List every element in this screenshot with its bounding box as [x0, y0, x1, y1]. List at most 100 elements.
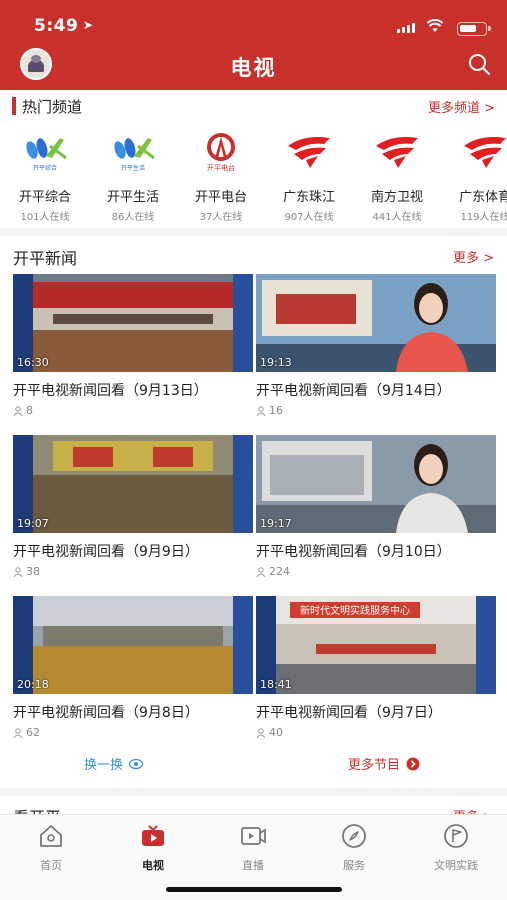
- video-card[interactable]: 19:17 开平电视新闻回看（9月10日） 224: [256, 435, 496, 578]
- video-views: 224: [256, 565, 496, 578]
- compass-icon: [342, 824, 366, 848]
- video-duration: 19:13: [260, 356, 292, 369]
- status-bar: 5:49 ➤: [0, 10, 507, 40]
- news-actions: 换一换 更多节目: [0, 752, 507, 778]
- video-thumbnail[interactable]: 新时代文明实践服务中心 18:41: [256, 596, 496, 694]
- tab-label: 直播: [242, 859, 264, 872]
- tab-live[interactable]: 直播: [213, 823, 293, 873]
- building-scene-image: 新时代文明实践服务中心: [256, 596, 496, 694]
- channel-item[interactable]: 开平电台 开平电台 37人在线: [178, 132, 264, 222]
- app-header: 5:49 ➤ 电视: [0, 0, 507, 90]
- section-accent-bar: [12, 97, 16, 115]
- chevron-right-circle-icon: [406, 757, 420, 770]
- video-thumbnail[interactable]: 20:18: [13, 596, 253, 694]
- video-thumbnail[interactable]: 19:17: [256, 435, 496, 533]
- meeting-scene-image: [13, 274, 253, 372]
- channel-item[interactable]: 开平综合 开平综合 101人在线: [2, 132, 88, 222]
- channel-name: 开平电台: [194, 190, 247, 205]
- channel-item[interactable]: 广东珠江 907人在线: [266, 132, 352, 222]
- refresh-label: 换一换: [84, 758, 124, 773]
- tab-civilization[interactable]: 文明实践: [416, 823, 496, 873]
- video-view-count: 16: [269, 404, 283, 417]
- status-time: 5:49: [34, 16, 79, 36]
- kaiping-zonghe-logo-icon: 开平综合: [26, 138, 67, 172]
- svg-text:开平生活: 开平生活: [121, 164, 145, 172]
- channel-list: 开平综合 开平综合 101人在线 开平生活 开平生活 86人在线 开平电台 开平…: [0, 132, 507, 222]
- video-title: 开平电视新闻回看（9月10日）: [256, 544, 451, 560]
- page-title: 电视: [230, 56, 277, 80]
- video-title: 开平电视新闻回看（9月8日）: [13, 705, 199, 721]
- guangdong-tv-logo-icon: [464, 137, 506, 168]
- tab-service[interactable]: 服务: [314, 823, 394, 873]
- video-title: 开平电视新闻回看（9月7日）: [256, 705, 442, 721]
- news-section-header: 开平新闻 更多 >: [0, 240, 507, 270]
- video-title: 开平电视新闻回看（9月13日）: [13, 383, 208, 399]
- channel-item[interactable]: 南方卫视 441人在线: [354, 132, 440, 222]
- channel-name: 广东珠江: [282, 190, 335, 205]
- more-channels-link[interactable]: 更多频道 >: [428, 97, 495, 116]
- channel-online-count: 907人在线: [284, 212, 334, 222]
- svg-text:开平综合: 开平综合: [33, 164, 57, 172]
- tab-label: 首页: [40, 859, 62, 872]
- kaiping-radio-logo-icon: 开平电台: [207, 133, 235, 172]
- viewer-icon: [13, 727, 23, 738]
- news-section-title: 开平新闻: [13, 249, 78, 268]
- more-programs-label: 更多节目: [348, 758, 401, 773]
- viewer-icon: [256, 566, 266, 577]
- channel-online-count: 441人在线: [372, 212, 422, 222]
- tab-label: 服务: [343, 859, 365, 872]
- video-card[interactable]: 19:07 开平电视新闻回看（9月9日） 38: [13, 435, 253, 578]
- wifi-icon: [427, 19, 443, 32]
- refresh-button[interactable]: 换一换: [84, 754, 144, 773]
- hot-channels-header: 热门频道 更多频道 >: [0, 90, 507, 122]
- channel-name: 南方卫视: [370, 190, 423, 205]
- video-thumbnail[interactable]: 16:30: [13, 274, 253, 372]
- more-programs-button[interactable]: 更多节目: [348, 754, 420, 773]
- video-duration: 20:18: [17, 678, 49, 691]
- cellular-signal-icon: [397, 23, 415, 33]
- eye-icon: [129, 758, 144, 769]
- video-view-count: 62: [26, 726, 40, 739]
- guangdong-tv-logo-icon: [376, 137, 418, 168]
- section-divider: [0, 788, 507, 796]
- video-views: 8: [13, 404, 253, 417]
- video-views: 62: [13, 726, 253, 739]
- tab-label: 电视: [142, 859, 164, 872]
- section-divider: [0, 228, 507, 236]
- tab-home[interactable]: 首页: [11, 823, 91, 873]
- home-icon: [40, 825, 62, 847]
- flag-icon: [444, 824, 468, 848]
- video-thumbnail[interactable]: 19:13: [256, 274, 496, 372]
- viewer-icon: [256, 727, 266, 738]
- channel-name: 广东体育: [458, 190, 507, 205]
- video-views: 38: [13, 565, 253, 578]
- video-card[interactable]: 19:13 开平电视新闻回看（9月14日） 16: [256, 274, 496, 417]
- channel-item[interactable]: 广东体育 119人在线: [442, 132, 507, 222]
- battery-icon: [457, 22, 491, 36]
- meeting-scene-image: [13, 435, 253, 533]
- search-icon[interactable]: [467, 52, 491, 76]
- anchor-scene-image: [256, 274, 496, 372]
- video-title: 开平电视新闻回看（9月9日）: [13, 544, 199, 560]
- video-duration: 16:30: [17, 356, 49, 369]
- guangdong-tv-logo-icon: [288, 137, 330, 168]
- news-more-link[interactable]: 更多 >: [453, 247, 494, 266]
- svg-text:开平电台: 开平电台: [207, 163, 235, 172]
- video-view-count: 38: [26, 565, 40, 578]
- tab-tv[interactable]: 电视: [113, 823, 193, 873]
- location-arrow-icon: ➤: [83, 18, 94, 32]
- video-card[interactable]: 新时代文明实践服务中心 18:41 开平电视新闻回看（9月7日） 40: [256, 596, 496, 739]
- video-views: 40: [256, 726, 496, 739]
- live-camera-icon: [241, 827, 266, 845]
- video-duration: 18:41: [260, 678, 292, 691]
- video-card[interactable]: 16:30 开平电视新闻回看（9月13日） 8: [13, 274, 253, 417]
- home-indicator: [166, 887, 342, 892]
- video-card[interactable]: 20:18 开平电视新闻回看（9月8日） 62: [13, 596, 253, 739]
- channel-name: 开平生活: [106, 190, 159, 205]
- viewer-icon: [13, 566, 23, 577]
- video-view-count: 40: [269, 726, 283, 739]
- video-thumbnail[interactable]: 19:07: [13, 435, 253, 533]
- video-title: 开平电视新闻回看（9月14日）: [256, 383, 451, 399]
- channel-item[interactable]: 开平生活 开平生活 86人在线: [90, 132, 176, 222]
- tab-label: 文明实践: [434, 859, 478, 872]
